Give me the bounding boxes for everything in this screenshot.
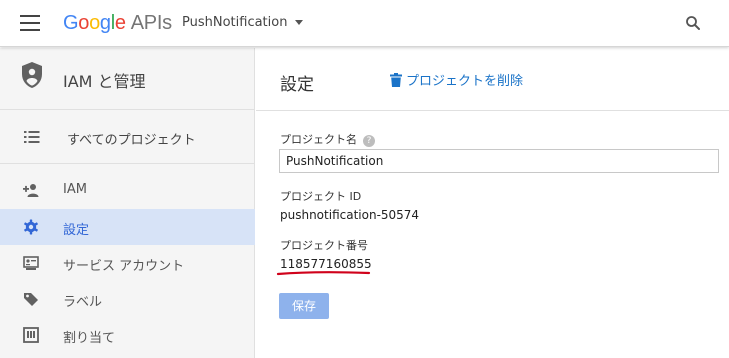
- trash-icon: [390, 73, 402, 87]
- sidebar: IAM と管理 すべてのプロジェクト IAM 設定 サービス アカウント ラベル…: [0, 48, 255, 358]
- logo-google: Google: [63, 12, 126, 34]
- sidebar-item-label: ラベル: [63, 295, 103, 310]
- sidebar-item-iam[interactable]: IAM: [0, 172, 255, 208]
- sidebar-item-labels[interactable]: ラベル: [0, 281, 255, 317]
- delete-project-label: プロジェクトを削除: [406, 74, 524, 89]
- delete-project-button[interactable]: プロジェクトを削除: [390, 70, 523, 89]
- top-app-bar: Google APIs PushNotification: [0, 0, 729, 47]
- logo-apis: APIs: [130, 12, 172, 34]
- project-name-label-text: プロジェクト名: [280, 133, 357, 146]
- project-number-label: プロジェクト番号: [280, 239, 368, 252]
- menu-icon[interactable]: [20, 15, 40, 31]
- sidebar-item-label: 設定: [63, 223, 90, 238]
- main-content: 設定 プロジェクトを削除 プロジェクト名? プロジェクト ID pushnoti…: [256, 48, 729, 358]
- project-id-label: プロジェクト ID: [280, 190, 362, 203]
- label-icon: [24, 293, 38, 306]
- google-apis-logo[interactable]: Google APIs: [63, 10, 172, 36]
- sidebar-header: IAM と管理: [0, 48, 255, 110]
- service-account-icon: [23, 256, 39, 270]
- project-id-value: pushnotification-50574: [280, 208, 420, 222]
- sidebar-item-service-accounts[interactable]: サービス アカウント: [0, 245, 255, 281]
- quota-icon: [23, 327, 39, 343]
- project-selector[interactable]: PushNotification: [182, 15, 304, 30]
- sidebar-item-label: すべてのプロジェクト: [67, 133, 196, 148]
- sidebar-item-label: サービス アカウント: [63, 259, 185, 274]
- sidebar-item-settings[interactable]: 設定: [0, 209, 255, 245]
- search-icon[interactable]: [684, 14, 702, 32]
- sidebar-title: IAM と管理: [63, 72, 146, 91]
- gear-icon: [24, 219, 38, 235]
- project-name-label: プロジェクト名?: [280, 131, 375, 147]
- help-icon[interactable]: ?: [363, 135, 375, 147]
- sidebar-item-label: IAM: [63, 182, 87, 197]
- list-icon: [24, 131, 40, 143]
- page-title: 設定: [280, 75, 314, 95]
- header-divider: [256, 110, 729, 111]
- project-name-input[interactable]: [279, 149, 719, 173]
- project-number-value: 118577160855: [280, 257, 372, 271]
- shield-icon: [22, 62, 42, 88]
- red-underline-annotation: [276, 271, 371, 276]
- dropdown-caret-icon: [295, 20, 304, 25]
- sidebar-item-label: 割り当て: [63, 331, 116, 346]
- sidebar-item-all-projects[interactable]: すべてのプロジェクト: [0, 110, 255, 164]
- sidebar-item-quotas[interactable]: 割り当て: [0, 317, 255, 353]
- person-add-icon: [23, 184, 39, 197]
- project-selector-label: PushNotification: [182, 15, 288, 30]
- save-button[interactable]: 保存: [279, 293, 329, 319]
